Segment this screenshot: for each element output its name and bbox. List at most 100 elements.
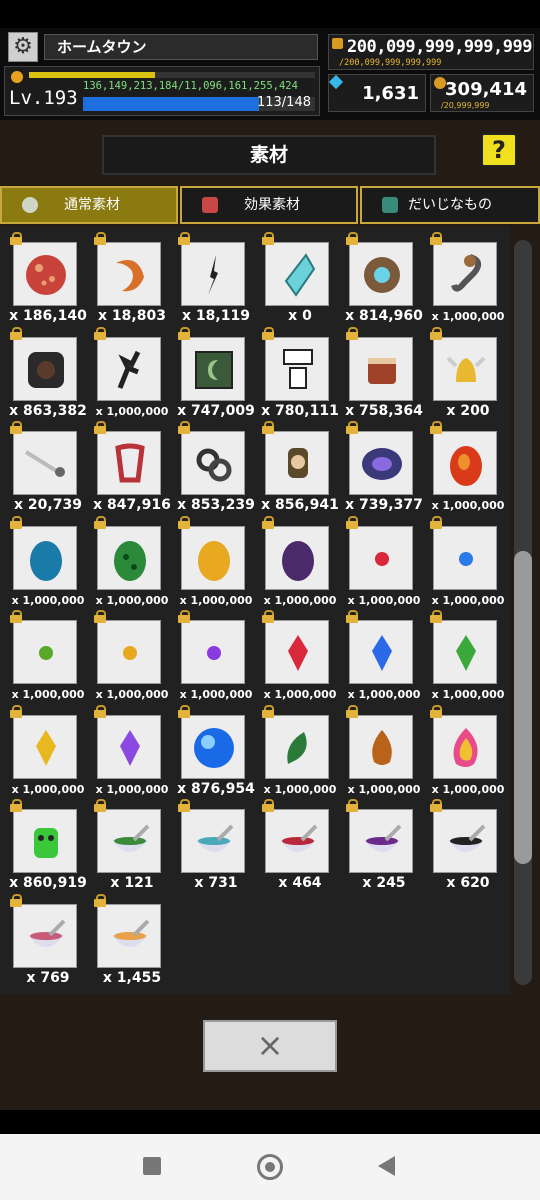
lock-icon[interactable] bbox=[94, 610, 106, 623]
lock-icon[interactable] bbox=[262, 326, 274, 340]
lock-icon[interactable] bbox=[262, 610, 274, 623]
material-item[interactable]: x 620 bbox=[420, 796, 504, 891]
lock-icon[interactable] bbox=[10, 893, 22, 907]
material-item[interactable]: x 747,009 bbox=[168, 324, 255, 419]
material-item[interactable]: x 18,119 bbox=[168, 229, 252, 324]
material-item[interactable]: x 847,916 bbox=[84, 418, 171, 513]
lock-icon[interactable] bbox=[430, 515, 442, 529]
material-item[interactable]: x 1,000,000 bbox=[252, 513, 336, 607]
lock-icon[interactable] bbox=[10, 515, 22, 529]
lock-icon[interactable] bbox=[94, 421, 106, 434]
tab-key-items[interactable]: だいじなもの bbox=[360, 186, 540, 224]
material-item[interactable]: x 1,000,000 bbox=[420, 607, 504, 701]
tab-normal-materials[interactable]: 通常素材 bbox=[0, 186, 178, 224]
lock-icon[interactable] bbox=[262, 799, 274, 812]
material-item[interactable]: x 1,000,000 bbox=[0, 513, 84, 607]
material-item[interactable]: x 1,000,000 bbox=[420, 229, 504, 323]
material-item[interactable]: x 1,000,000 bbox=[168, 607, 252, 701]
help-button[interactable]: ? bbox=[481, 133, 517, 167]
material-item[interactable]: x 780,111 bbox=[252, 324, 339, 419]
lock-icon[interactable] bbox=[178, 421, 190, 434]
material-item[interactable]: x 1,000,000 bbox=[420, 702, 504, 796]
lock-icon[interactable] bbox=[94, 326, 106, 340]
lock-icon[interactable] bbox=[262, 421, 274, 434]
lock-icon[interactable] bbox=[346, 704, 358, 718]
material-item[interactable]: x 121 bbox=[84, 796, 168, 891]
lock-icon[interactable] bbox=[178, 610, 190, 623]
material-item[interactable]: x 1,000,000 bbox=[84, 607, 168, 701]
back-icon[interactable] bbox=[378, 1156, 395, 1176]
lock-icon[interactable] bbox=[10, 421, 22, 434]
lock-icon[interactable] bbox=[346, 610, 358, 623]
recent-apps-icon[interactable] bbox=[143, 1157, 161, 1175]
lock-icon[interactable] bbox=[94, 893, 106, 907]
lock-icon[interactable] bbox=[178, 704, 190, 718]
material-item[interactable]: x 1,000,000 bbox=[84, 324, 168, 418]
material-item[interactable]: x 1,000,000 bbox=[336, 607, 420, 701]
home-icon[interactable] bbox=[257, 1154, 283, 1180]
level-panel: Lv.193 136,149,213,184/11,096,161,255,42… bbox=[4, 66, 320, 116]
material-item[interactable]: x 1,000,000 bbox=[252, 607, 336, 701]
scrollbar-thumb[interactable] bbox=[514, 551, 532, 864]
lock-icon[interactable] bbox=[430, 421, 442, 434]
material-item[interactable]: x 1,000,000 bbox=[0, 702, 84, 796]
material-item[interactable]: x 769 bbox=[0, 891, 84, 986]
lock-icon[interactable] bbox=[430, 326, 442, 340]
material-item[interactable]: x 731 bbox=[168, 796, 252, 891]
material-item[interactable]: x 876,954 bbox=[168, 702, 255, 797]
lock-icon[interactable] bbox=[262, 704, 274, 718]
lock-icon[interactable] bbox=[430, 799, 442, 812]
lock-icon[interactable] bbox=[346, 421, 358, 434]
material-item[interactable]: x 20,739 bbox=[0, 418, 84, 513]
material-item[interactable]: x 1,000,000 bbox=[336, 513, 420, 607]
lock-icon[interactable] bbox=[430, 232, 442, 245]
material-item[interactable]: x 200 bbox=[420, 324, 504, 419]
lock-icon[interactable] bbox=[346, 799, 358, 812]
material-item[interactable]: x 1,000,000 bbox=[84, 702, 168, 796]
material-item[interactable]: x 1,000,000 bbox=[336, 702, 420, 796]
lock-icon[interactable] bbox=[262, 232, 274, 245]
lock-icon[interactable] bbox=[346, 515, 358, 529]
lock-icon[interactable] bbox=[262, 515, 274, 529]
scrollbar[interactable] bbox=[514, 240, 532, 985]
lock-icon[interactable] bbox=[10, 799, 22, 812]
material-item[interactable]: x 1,000,000 bbox=[252, 702, 336, 796]
lock-icon[interactable] bbox=[178, 515, 190, 529]
lock-icon[interactable] bbox=[10, 610, 22, 623]
lock-icon[interactable] bbox=[430, 610, 442, 623]
lock-icon[interactable] bbox=[346, 232, 358, 245]
lock-icon[interactable] bbox=[10, 704, 22, 718]
lock-icon[interactable] bbox=[94, 799, 106, 812]
material-item[interactable]: x 853,239 bbox=[168, 418, 255, 513]
material-item[interactable]: x 856,941 bbox=[252, 418, 339, 513]
material-item[interactable]: x 863,382 bbox=[0, 324, 87, 419]
lock-icon[interactable] bbox=[346, 326, 358, 340]
lock-icon[interactable] bbox=[10, 326, 22, 340]
material-item[interactable]: x 0 bbox=[252, 229, 336, 324]
lock-icon[interactable] bbox=[430, 704, 442, 718]
material-item[interactable]: x 1,000,000 bbox=[420, 513, 504, 607]
tab-effect-materials[interactable]: 効果素材 bbox=[180, 186, 358, 224]
material-item[interactable]: x 860,919 bbox=[0, 796, 87, 891]
lock-icon[interactable] bbox=[94, 704, 106, 718]
lock-icon[interactable] bbox=[94, 515, 106, 529]
settings-gear-icon[interactable]: ⚙ bbox=[8, 32, 38, 62]
close-button[interactable]: × bbox=[203, 1020, 337, 1072]
lock-icon[interactable] bbox=[178, 326, 190, 340]
material-item[interactable]: x 245 bbox=[336, 796, 420, 891]
lock-icon[interactable] bbox=[94, 232, 106, 245]
material-item[interactable]: x 1,000,000 bbox=[420, 418, 504, 512]
lock-icon[interactable] bbox=[10, 232, 22, 245]
material-item[interactable]: x 1,000,000 bbox=[84, 513, 168, 607]
material-item[interactable]: x 18,803 bbox=[84, 229, 168, 324]
material-item[interactable]: x 186,140 bbox=[0, 229, 87, 324]
lock-icon[interactable] bbox=[178, 799, 190, 812]
material-item[interactable]: x 758,364 bbox=[336, 324, 423, 419]
material-item[interactable]: x 1,000,000 bbox=[168, 513, 252, 607]
material-item[interactable]: x 464 bbox=[252, 796, 336, 891]
material-item[interactable]: x 1,000,000 bbox=[0, 607, 84, 701]
material-item[interactable]: x 814,960 bbox=[336, 229, 423, 324]
material-item[interactable]: x 739,377 bbox=[336, 418, 423, 513]
lock-icon[interactable] bbox=[178, 232, 190, 245]
material-item[interactable]: x 1,455 bbox=[84, 891, 168, 986]
